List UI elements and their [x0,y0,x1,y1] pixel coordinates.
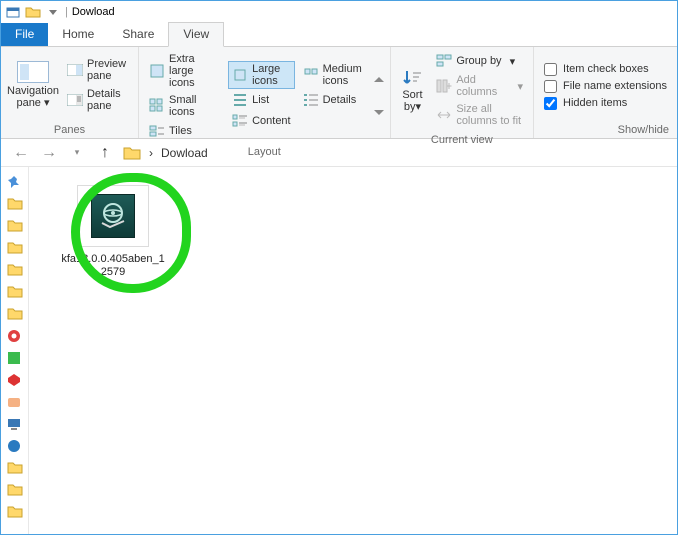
breadcrumb-separator[interactable]: › [149,146,153,160]
title-bar: | Dowload [1,1,677,23]
folder-icon[interactable] [7,285,23,301]
layout-tiles[interactable]: Tiles [145,121,224,141]
nav-forward-button: → [39,144,59,162]
file-extensions-toggle[interactable]: File name extensions [540,79,671,94]
tab-home[interactable]: Home [48,23,108,46]
folder-icon[interactable] [7,241,23,257]
layout-extra-large[interactable]: Extra large icons [145,51,224,91]
navigation-pane-label: Navigation pane [7,85,59,109]
navigation-pane-button[interactable]: Navigation pane ▾ [7,51,59,119]
current-view-group-label: Current view [391,133,533,148]
file-name: kfa18.0.0.405aben_12579 [59,253,167,279]
sort-by-button[interactable]: Sort by▾ [397,51,429,129]
navigation-pane-icon [17,61,49,83]
tab-file[interactable]: File [1,23,48,46]
folder-icon[interactable] [7,219,23,235]
chevron-down-icon: ▾ [415,101,421,113]
system-menu-icon[interactable] [5,4,21,20]
panes-group-label: Panes [1,123,138,138]
content-area: kfa18.0.0.405aben_12579 [1,167,677,534]
app-icon[interactable] [7,329,23,345]
tab-share[interactable]: Share [108,23,168,46]
details-pane-button[interactable]: Details pane [63,86,132,114]
sort-icon [401,67,423,89]
folder-icon[interactable] [123,145,141,161]
app-icon[interactable] [7,439,23,455]
folder-icon[interactable] [7,461,23,477]
folder-icon[interactable] [7,307,23,323]
file-thumbnail [77,185,149,247]
size-columns-button: Size all columns to fit [432,101,527,129]
folder-icon[interactable] [7,197,23,213]
folder-icon [25,4,41,20]
layout-content[interactable]: Content [228,111,295,131]
ribbon-tabs: File Home Share View [1,23,677,47]
layout-more-icon[interactable] [374,108,384,116]
breadcrumb-location[interactable]: Dowload [161,146,208,160]
chevron-down-icon: ▾ [44,97,50,109]
tab-view[interactable]: View [168,22,224,47]
app-icon[interactable] [7,351,23,367]
checkbox-icon[interactable] [544,63,557,76]
ribbon: Navigation pane ▾ Preview pane Details p… [1,47,677,139]
details-pane-label: Details pane [87,88,128,112]
quick-access-sidebar [1,167,29,534]
this-pc-icon[interactable] [7,417,23,433]
window-title: Dowload [72,6,115,18]
preview-pane-button[interactable]: Preview pane [63,56,132,84]
layout-list[interactable]: List [228,90,295,110]
add-columns-button: Add columns ▾ [432,72,527,100]
installer-icon [91,194,135,238]
layout-details[interactable]: Details [299,90,368,110]
show-hide-group-label: Show/hide [534,123,677,138]
nav-up-button[interactable]: ↑ [95,144,115,162]
hidden-items-toggle[interactable]: Hidden items [540,96,671,111]
preview-pane-icon [67,62,83,78]
nav-back-button: ← [11,144,31,162]
group-by-button[interactable]: Group by ▾ [432,51,527,71]
pin-icon[interactable] [7,175,23,191]
app-icon[interactable] [7,373,23,389]
folder-icon[interactable] [7,483,23,499]
checkbox-icon[interactable] [544,97,557,110]
chevron-down-icon: ▾ [510,55,516,68]
file-item[interactable]: kfa18.0.0.405aben_12579 [59,185,167,279]
nav-recent-dropdown[interactable]: ▾ [67,147,87,158]
preview-pane-label: Preview pane [87,58,128,82]
checkbox-icon[interactable] [544,80,557,93]
app-icon[interactable] [7,395,23,411]
layout-large-icons[interactable]: Large icons [228,61,295,89]
folder-icon[interactable] [7,505,23,521]
folder-icon[interactable] [7,263,23,279]
quick-access-dropdown[interactable] [45,4,61,20]
scroll-up-icon[interactable] [374,76,384,84]
details-pane-icon [67,92,83,108]
layout-small-icons[interactable]: Small icons [145,92,224,120]
file-list-pane[interactable]: kfa18.0.0.405aben_12579 [29,167,677,534]
title-separator: | [65,6,68,18]
layout-medium-icons[interactable]: Medium icons [299,61,368,89]
item-check-boxes-toggle[interactable]: Item check boxes [540,62,671,77]
